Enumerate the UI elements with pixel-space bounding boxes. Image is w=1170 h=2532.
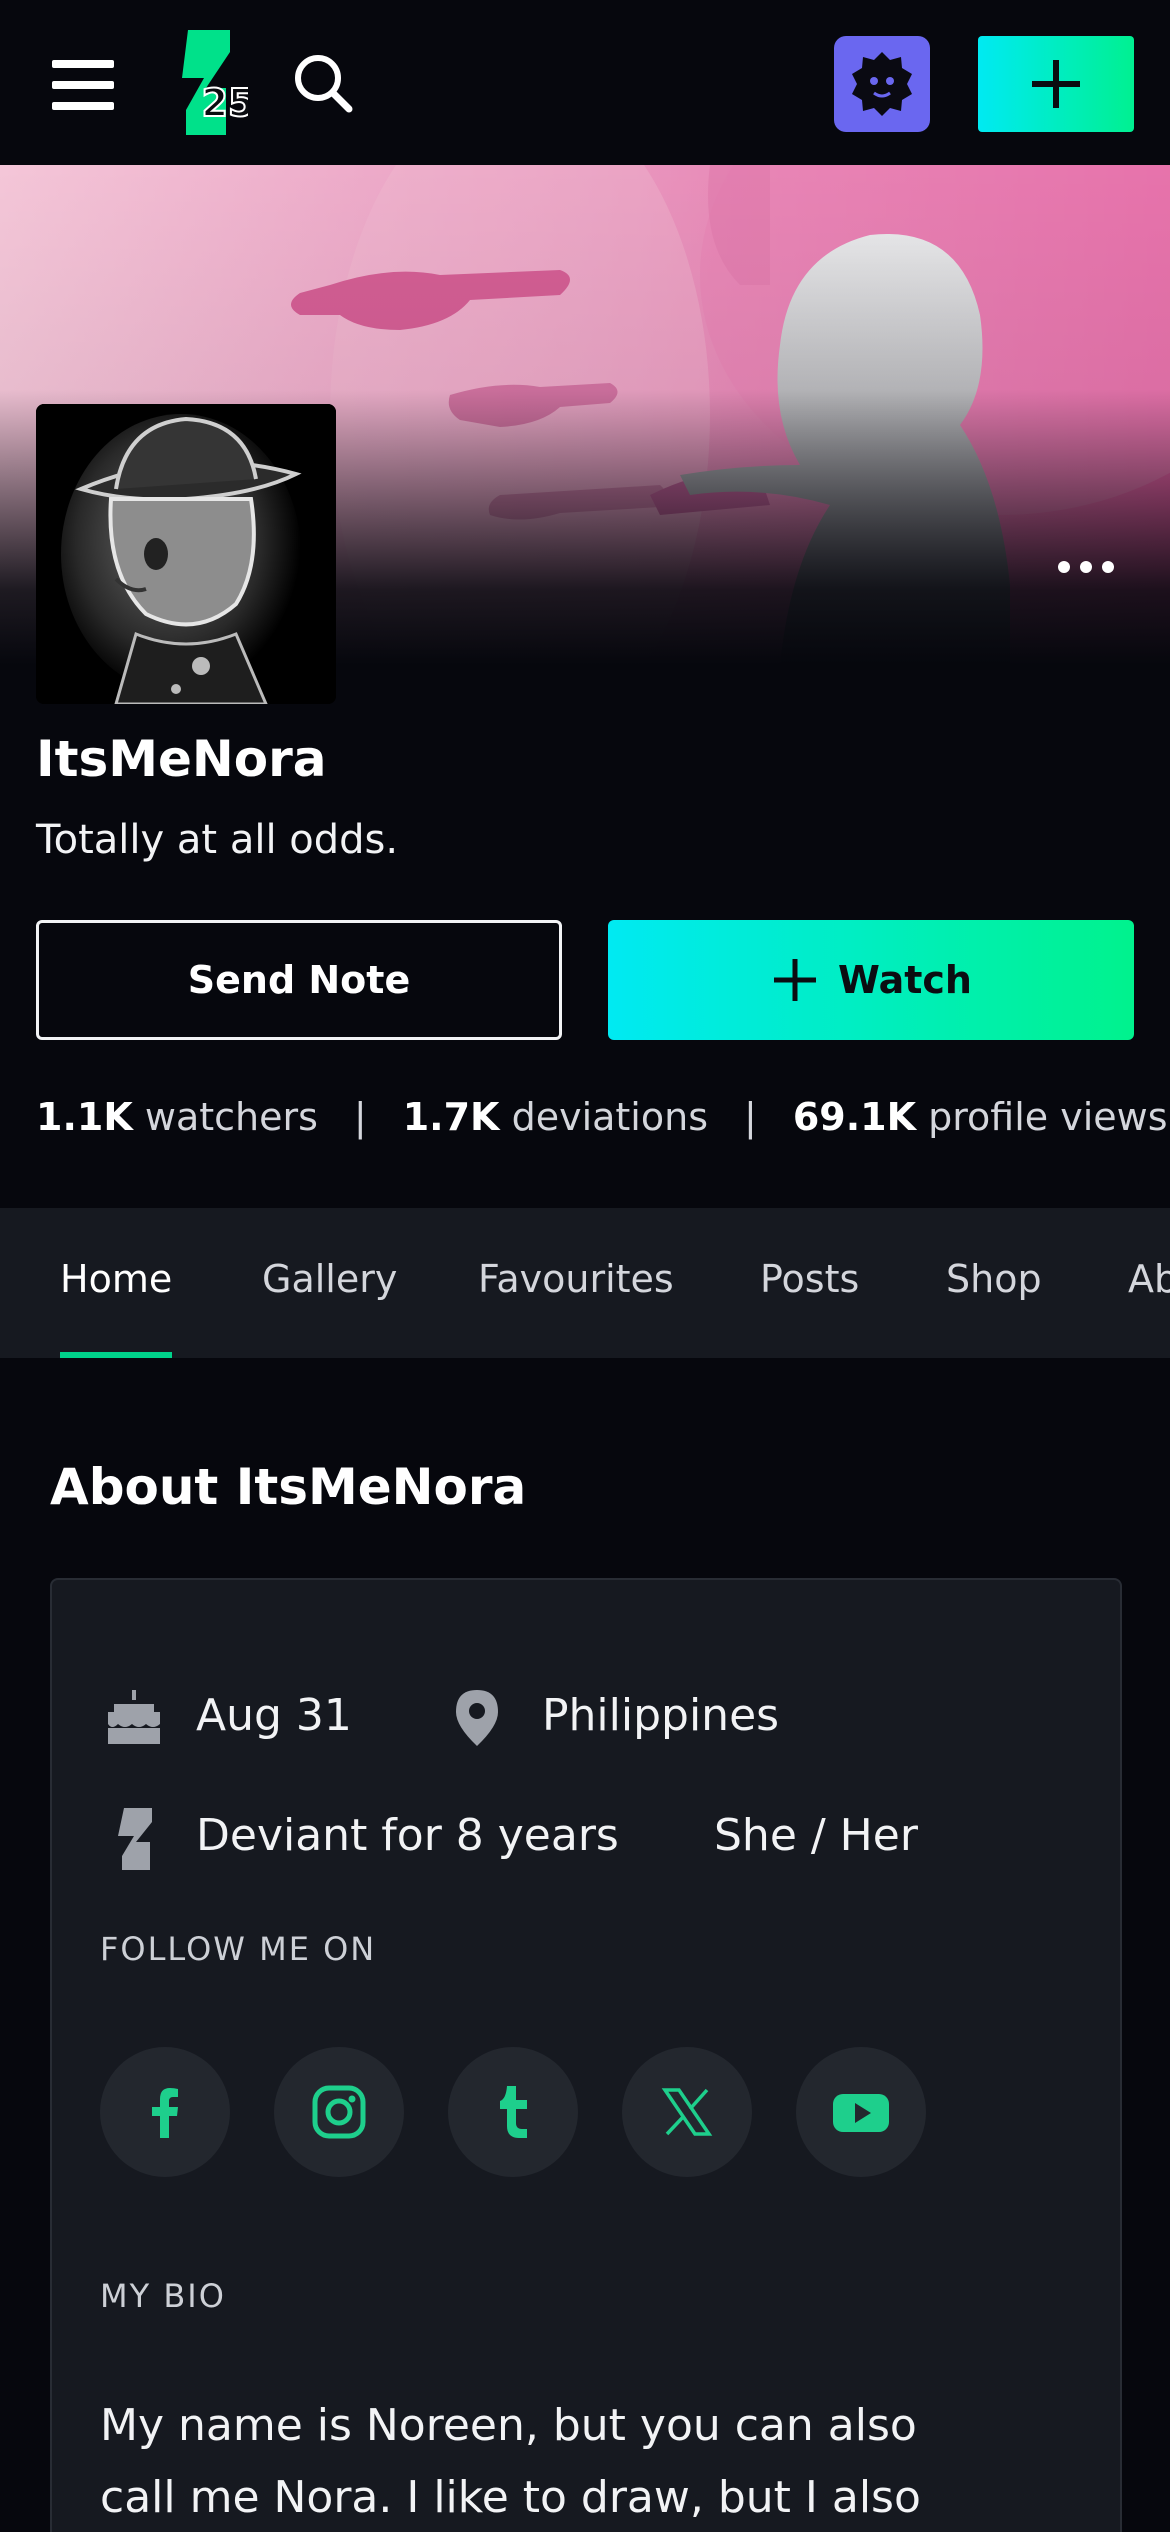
youtube-icon <box>833 2094 889 2132</box>
views-count: 69.1K <box>792 1095 917 1139</box>
deviantart-logo[interactable]: 25 <box>168 30 255 135</box>
profile-avatar[interactable] <box>36 404 336 704</box>
location-text: Philippines <box>542 1690 780 1741</box>
tab-favourites[interactable]: Favourites <box>478 1208 674 1358</box>
watchers-count: 1.1K <box>36 1095 133 1139</box>
deviant-duration-text: Deviant for 8 years <box>196 1810 619 1861</box>
hamburger-icon[interactable] <box>52 60 114 110</box>
instagram-icon <box>312 2085 366 2139</box>
about-title: About ItsMeNora <box>50 1458 527 1516</box>
location-pin-icon <box>452 1688 502 1752</box>
stats-separator: | <box>353 1095 367 1139</box>
views-label: profile views <box>928 1095 1168 1139</box>
watchers-label: watchers <box>144 1095 318 1139</box>
x-twitter-button[interactable] <box>622 2047 752 2177</box>
x-icon <box>661 2088 713 2136</box>
deviantart-icon <box>112 1808 156 1874</box>
my-bio-label: MY BIO <box>100 2277 226 2315</box>
profile-username: ItsMeNora <box>36 730 327 788</box>
profile-stats: 1.1K watchers | 1.7K deviations | 69.1K … <box>36 1095 1168 1139</box>
plus-icon <box>774 959 817 1001</box>
profile-tabs: Home Gallery Favourites Posts Shop About <box>0 1208 1170 1358</box>
birthday-cake-icon <box>104 1688 164 1752</box>
tab-about[interactable]: About <box>1128 1208 1170 1358</box>
logo-badge: 25 <box>202 81 248 125</box>
tab-shop[interactable]: Shop <box>946 1208 1042 1358</box>
youtube-button[interactable] <box>796 2047 926 2177</box>
deviations-label: deviations <box>511 1095 708 1139</box>
create-button[interactable] <box>978 36 1134 132</box>
stats-separator: | <box>744 1095 757 1139</box>
tab-gallery[interactable]: Gallery <box>262 1208 397 1358</box>
bio-text: My name is Noreen, but you can also call… <box>100 2400 921 2523</box>
facebook-button[interactable] <box>100 2047 230 2177</box>
gear-avatar-icon <box>852 52 912 116</box>
deviations-count: 1.7K <box>402 1095 500 1139</box>
more-options-icon[interactable] <box>1052 552 1120 582</box>
follow-me-label: FOLLOW ME ON <box>100 1930 377 1968</box>
tab-posts[interactable]: Posts <box>760 1208 859 1358</box>
send-note-button[interactable]: Send Note <box>36 920 562 1040</box>
watch-label: Watch <box>838 958 972 1002</box>
tumblr-button[interactable] <box>448 2047 578 2177</box>
profile-tagline: Totally at all odds. <box>36 817 399 863</box>
tumblr-icon <box>500 2086 527 2138</box>
tab-home[interactable]: Home <box>60 1208 173 1358</box>
user-avatar-button[interactable] <box>834 36 930 132</box>
instagram-button[interactable] <box>274 2047 404 2177</box>
facebook-icon <box>152 2088 178 2138</box>
pronouns-text: She / Her <box>714 1810 918 1861</box>
watch-button[interactable]: Watch <box>608 920 1134 1040</box>
plus-icon <box>1032 60 1080 108</box>
top-bar: 25 <box>0 0 1170 165</box>
birthday-text: Aug 31 <box>196 1690 352 1741</box>
search-icon[interactable] <box>292 52 354 114</box>
